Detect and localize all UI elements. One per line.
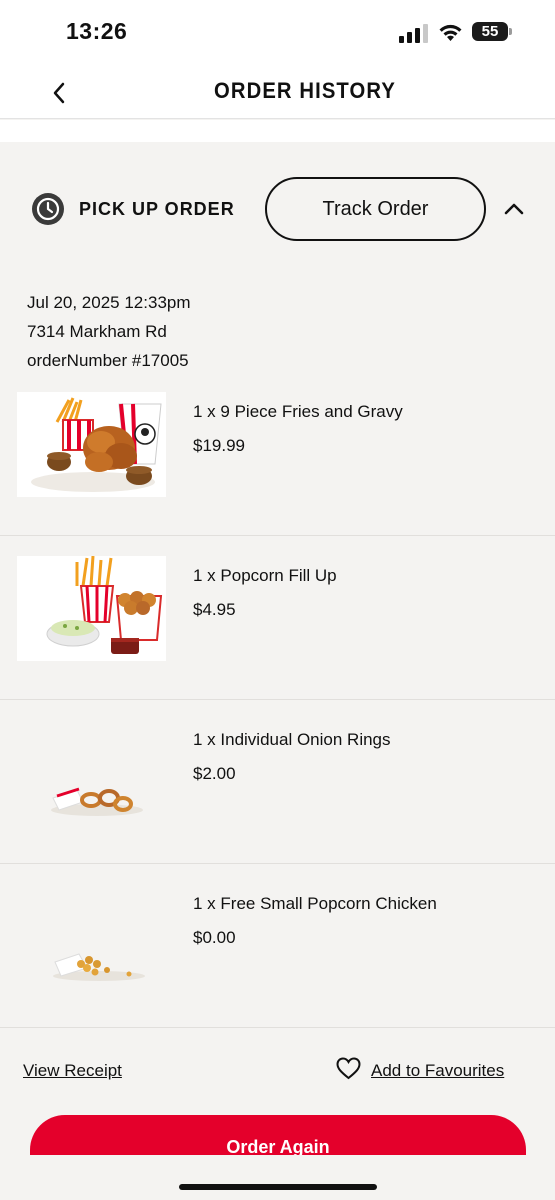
order-actions: View Receipt Add to Favourites [0, 1052, 555, 1112]
onion-rings-image [17, 720, 166, 825]
item-price: $2.00 [193, 764, 236, 783]
item-name: 1 x 9 Piece Fries and Gravy [193, 402, 403, 421]
home-indicator[interactable] [179, 1184, 377, 1190]
order-date: Jul 20, 2025 12:33pm [27, 293, 191, 312]
clock-icon [32, 193, 64, 225]
nav-bar: ORDER HISTORY [0, 62, 555, 119]
view-receipt-link[interactable]: View Receipt [23, 1061, 122, 1081]
order-meta: Jul 20, 2025 12:33pm 7314 Markham Rd ord… [27, 288, 191, 375]
order-item: 1 x Individual Onion Rings $2.00 [0, 700, 555, 864]
order-type: PICK UP ORDER [31, 192, 235, 226]
signal-icon [399, 24, 428, 43]
order-item: 1 x 9 Piece Fries and Gravy $19.99 [0, 372, 555, 536]
add-to-favourites-link[interactable]: Add to Favourites [371, 1061, 504, 1081]
item-name: 1 x Individual Onion Rings [193, 730, 391, 749]
heart-icon[interactable] [336, 1057, 361, 1080]
small-popcorn-chicken-image [17, 884, 166, 989]
popcorn-chicken-meal-image [17, 556, 166, 661]
item-name: 1 x Popcorn Fill Up [193, 566, 337, 585]
page-title: ORDER HISTORY [214, 78, 396, 103]
order-item: 1 x Free Small Popcorn Chicken $0.00 [0, 864, 555, 1028]
order-address: 7314 Markham Rd [27, 322, 167, 341]
battery-icon: 55 [472, 22, 512, 41]
order-type-label: PICK UP ORDER [79, 198, 235, 219]
chevron-up-icon[interactable] [502, 200, 526, 218]
item-name: 1 x Free Small Popcorn Chicken [193, 894, 437, 913]
item-price: $19.99 [193, 436, 245, 455]
status-bar: 13:26 55 [0, 0, 555, 62]
order-card: PICK UP ORDER Track Order Jul 20, 2025 1… [0, 142, 555, 1200]
fried-chicken-bucket-image [17, 392, 166, 497]
status-time: 13:26 [66, 18, 128, 44]
item-price: $0.00 [193, 928, 236, 947]
order-number: orderNumber #17005 [27, 351, 189, 370]
item-price: $4.95 [193, 600, 236, 619]
order-item: 1 x Popcorn Fill Up $4.95 [0, 536, 555, 700]
wifi-icon [439, 24, 462, 41]
track-order-button[interactable]: Track Order [265, 177, 486, 241]
header-spacer [0, 120, 555, 142]
home-indicator-area [0, 1155, 555, 1200]
